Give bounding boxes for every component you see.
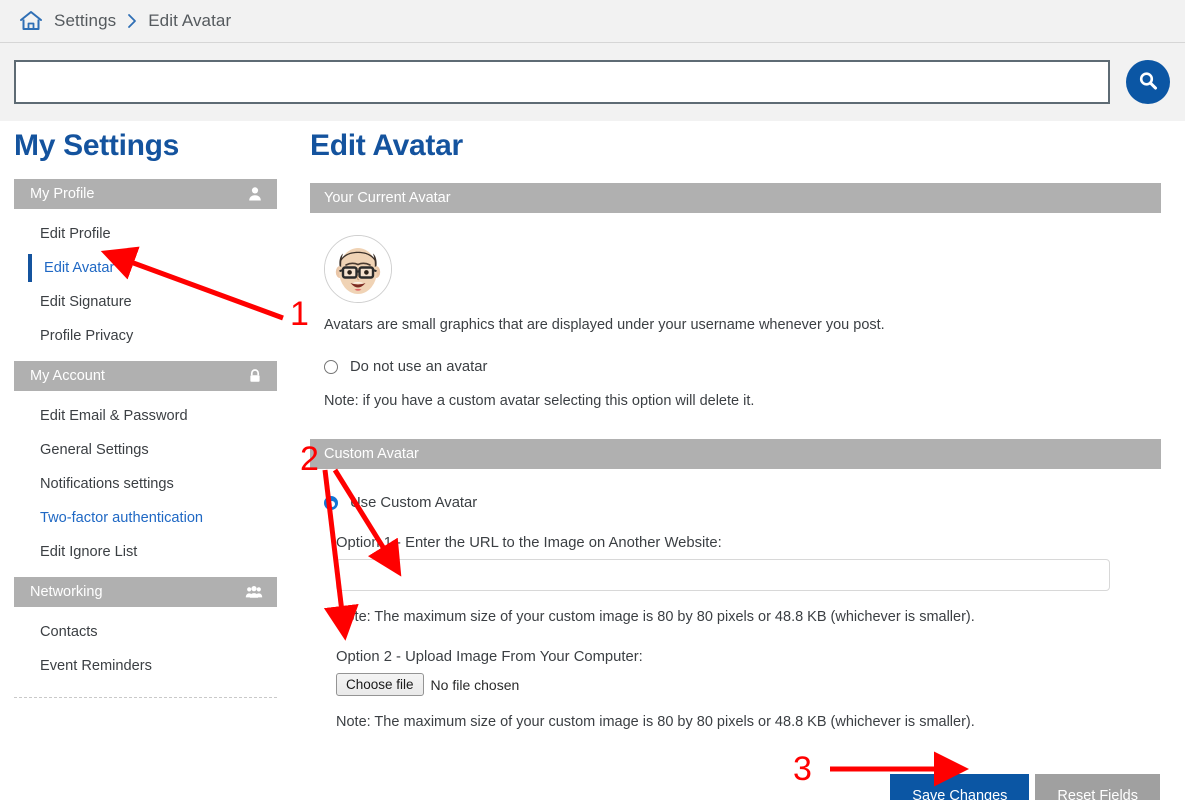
people-group-icon [245, 584, 263, 600]
sidebar-item-label: Event Reminders [40, 658, 152, 674]
memoji-avatar [324, 235, 392, 303]
reset-fields-button[interactable]: Reset Fields [1035, 774, 1160, 800]
sidebar-divider [14, 697, 277, 698]
sidebar-item-profile-privacy[interactable]: Profile Privacy [14, 319, 277, 353]
sidebar-group-my-account: My Account [14, 361, 277, 391]
no-avatar-option-row[interactable]: Do not use an avatar [324, 359, 1161, 375]
avatar-description: Avatars are small graphics that are disp… [324, 317, 885, 333]
sidebar-item-label: Contacts [40, 624, 98, 640]
sidebar-item-two-factor-authentication[interactable]: Two-factor authentication [14, 501, 277, 535]
sidebar-item-label: Two-factor authentication [40, 510, 204, 526]
use-custom-avatar-option-row[interactable]: Use Custom Avatar [324, 495, 1161, 511]
sidebar-item-edit-profile[interactable]: Edit Profile [14, 217, 277, 251]
search-icon [1136, 69, 1160, 96]
action-buttons: Save Changes Reset Fields [310, 774, 1161, 800]
sidebar-item-event-reminders[interactable]: Event Reminders [14, 649, 277, 683]
main-content: Edit Avatar Your Current Avatar Avatars … [300, 129, 1185, 800]
radio-use-custom-avatar[interactable] [324, 496, 338, 510]
home-icon[interactable] [18, 9, 44, 33]
custom-avatar-section: Custom Avatar Use Custom Avatar Option 1… [310, 439, 1161, 800]
sidebar-list-networking: Contacts Event Reminders [14, 615, 277, 683]
sidebar-list-my-account: Edit Email & Password General Settings N… [14, 399, 277, 569]
user-icon [247, 186, 263, 202]
option1-label: Option 1 - Enter the URL to the Image on… [336, 535, 722, 551]
choose-file-button[interactable]: Choose file [336, 673, 424, 696]
sidebar-item-label: Notifications settings [40, 476, 174, 492]
sidebar-group-my-profile: My Profile [14, 179, 277, 209]
sidebar-item-edit-email-password[interactable]: Edit Email & Password [14, 399, 277, 433]
breadcrumb: Settings Edit Avatar [0, 0, 1185, 43]
search-input[interactable] [14, 60, 1110, 104]
avatar-url-input[interactable] [336, 559, 1110, 591]
sidebar: My Settings My Profile Edit Profile Edit… [0, 129, 300, 800]
radio-do-not-use-avatar[interactable] [324, 360, 338, 374]
sidebar-list-my-profile: Edit Profile Edit Avatar Edit Signature … [14, 217, 277, 353]
no-avatar-note: Note: if you have a custom avatar select… [324, 393, 755, 409]
sidebar-item-edit-ignore-list[interactable]: Edit Ignore List [14, 535, 277, 569]
sidebar-item-edit-signature[interactable]: Edit Signature [14, 285, 277, 319]
page-title: Edit Avatar [310, 129, 463, 162]
option1-note: Note: The maximum size of your custom im… [336, 609, 975, 625]
sidebar-item-label: Edit Profile [40, 226, 111, 242]
sidebar-item-edit-avatar[interactable]: Edit Avatar [14, 251, 277, 285]
breadcrumb-item-edit-avatar[interactable]: Edit Avatar [148, 11, 231, 31]
sidebar-item-general-settings[interactable]: General Settings [14, 433, 277, 467]
sidebar-title: My Settings [14, 129, 180, 162]
save-changes-button[interactable]: Save Changes [890, 774, 1030, 800]
sidebar-group-label: My Profile [30, 186, 95, 202]
sidebar-item-contacts[interactable]: Contacts [14, 615, 277, 649]
search-bar [0, 43, 1185, 121]
breadcrumb-item-settings[interactable]: Settings [54, 11, 116, 31]
file-upload-row[interactable]: Choose file No file chosen [336, 673, 1161, 696]
sidebar-item-label: Edit Ignore List [40, 544, 138, 560]
sidebar-item-label: Edit Signature [40, 294, 132, 310]
radio-label-use-custom-avatar: Use Custom Avatar [350, 495, 478, 511]
sidebar-group-label: My Account [30, 368, 105, 384]
current-avatar-block: Avatars are small graphics that are disp… [310, 213, 1161, 333]
sidebar-group-label: Networking [30, 584, 103, 600]
sidebar-item-notifications-settings[interactable]: Notifications settings [14, 467, 277, 501]
chevron-right-icon [126, 13, 138, 29]
sidebar-item-label: Edit Avatar [44, 260, 115, 276]
sidebar-item-label: Edit Email & Password [40, 408, 188, 424]
file-status-text: No file chosen [430, 676, 520, 693]
option2-note: Note: The maximum size of your custom im… [336, 714, 975, 730]
sidebar-group-networking: Networking [14, 577, 277, 607]
radio-label-do-not-use-avatar: Do not use an avatar [350, 359, 488, 375]
search-button[interactable] [1126, 60, 1170, 104]
option2-label: Option 2 - Upload Image From Your Comput… [336, 649, 643, 665]
lock-icon [247, 368, 263, 384]
sidebar-item-label: Profile Privacy [40, 328, 134, 344]
panel-header-custom-avatar: Custom Avatar [310, 439, 1161, 469]
panel-header-current-avatar: Your Current Avatar [310, 183, 1161, 213]
sidebar-item-label: General Settings [40, 442, 149, 458]
